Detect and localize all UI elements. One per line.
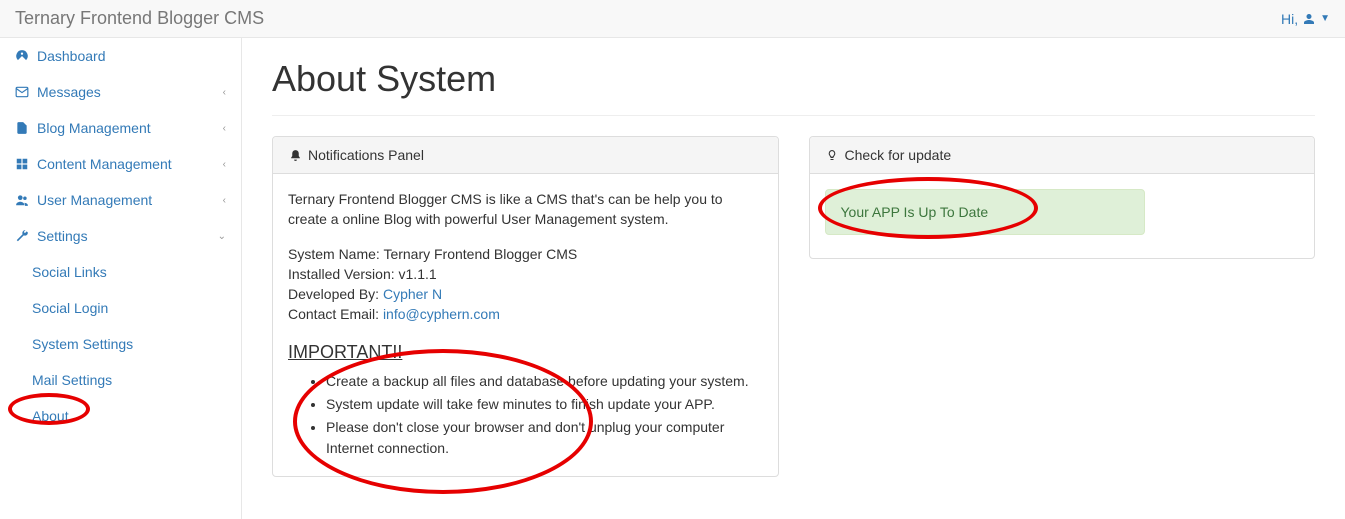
- sidebar-item-content[interactable]: Content Management ‹: [0, 146, 241, 182]
- sidebar-item-users[interactable]: User Management ‹: [0, 182, 241, 218]
- th-large-icon: [15, 157, 29, 171]
- panel-heading: Check for update: [810, 137, 1315, 174]
- notifications-panel: Notifications Panel Ternary Frontend Blo…: [272, 136, 779, 477]
- update-panel: Check for update Your APP Is Up To Date: [809, 136, 1316, 259]
- sidebar-item-blog[interactable]: Blog Management ‹: [0, 110, 241, 146]
- label: System Settings: [32, 336, 133, 352]
- system-name-line: System Name: Ternary Frontend Blogger CM…: [288, 244, 763, 264]
- sidebar-item-social-login[interactable]: Social Login: [0, 290, 241, 326]
- heading-text: Notifications Panel: [308, 147, 424, 163]
- wrench-icon: [15, 229, 29, 243]
- panel-heading: Notifications Panel: [273, 137, 778, 174]
- label: Messages: [37, 84, 101, 100]
- topbar: Ternary Frontend Blogger CMS Hi, ▼: [0, 0, 1345, 38]
- label: User Management: [37, 192, 152, 208]
- heading-text: Check for update: [845, 147, 952, 163]
- label: About: [32, 408, 69, 424]
- user-icon: [1302, 13, 1316, 25]
- main-content: About System Notifications Panel Ternary…: [242, 38, 1345, 519]
- update-status-alert: Your APP Is Up To Date: [825, 189, 1145, 235]
- sidebar-item-dashboard[interactable]: Dashboard: [0, 38, 241, 74]
- important-list: Create a backup all files and database b…: [288, 371, 763, 458]
- contact-email-link[interactable]: info@cyphern.com: [383, 306, 500, 322]
- bell-icon: [288, 149, 302, 162]
- sidebar-item-about[interactable]: About: [0, 398, 241, 434]
- label: Social Login: [32, 300, 108, 316]
- chevron-left-icon: ‹: [223, 123, 226, 134]
- settings-submenu: Social Links Social Login System Setting…: [0, 254, 241, 434]
- label: Content Management: [37, 156, 172, 172]
- developer-link[interactable]: Cypher N: [383, 286, 442, 302]
- list-item: Please don't close your browser and don'…: [326, 417, 763, 458]
- sidebar-item-mail-settings[interactable]: Mail Settings: [0, 362, 241, 398]
- greeting-text: Hi,: [1281, 11, 1298, 27]
- chevron-left-icon: ‹: [223, 87, 226, 98]
- user-menu[interactable]: Hi, ▼: [1281, 11, 1330, 27]
- panel-body: Your APP Is Up To Date: [810, 174, 1315, 258]
- panel-body: Ternary Frontend Blogger CMS is like a C…: [273, 174, 778, 476]
- version-line: Installed Version: v1.1.1: [288, 264, 763, 284]
- label: Settings: [37, 228, 88, 244]
- sidebar-item-social-links[interactable]: Social Links: [0, 254, 241, 290]
- page-title: About System: [272, 58, 1315, 100]
- important-heading: IMPORTANT!!: [288, 339, 763, 365]
- envelope-icon: [15, 85, 29, 99]
- list-item: Create a backup all files and database b…: [326, 371, 763, 391]
- sidebar-item-system-settings[interactable]: System Settings: [0, 326, 241, 362]
- dashboard-icon: [15, 49, 29, 63]
- file-icon: [15, 121, 29, 135]
- label: Dashboard: [37, 48, 106, 64]
- sidebar-item-messages[interactable]: Messages ‹: [0, 74, 241, 110]
- intro-text: Ternary Frontend Blogger CMS is like a C…: [288, 189, 763, 230]
- developed-by-line: Developed By: Cypher N: [288, 284, 763, 304]
- divider: [272, 115, 1315, 116]
- label: Mail Settings: [32, 372, 112, 388]
- caret-down-icon: ▼: [1320, 13, 1330, 24]
- brand-title: Ternary Frontend Blogger CMS: [15, 8, 264, 29]
- label: Social Links: [32, 264, 107, 280]
- lightbulb-icon: [825, 149, 839, 161]
- users-icon: [15, 193, 29, 207]
- contact-email-line: Contact Email: info@cyphern.com: [288, 304, 763, 324]
- list-item: System update will take few minutes to f…: [326, 394, 763, 414]
- sidebar: Dashboard Messages ‹ Blog Management ‹ C…: [0, 38, 242, 519]
- chevron-left-icon: ‹: [223, 159, 226, 170]
- label: Blog Management: [37, 120, 151, 136]
- sidebar-item-settings[interactable]: Settings ⌄: [0, 218, 241, 254]
- chevron-down-icon: ⌄: [218, 231, 226, 242]
- chevron-left-icon: ‹: [223, 195, 226, 206]
